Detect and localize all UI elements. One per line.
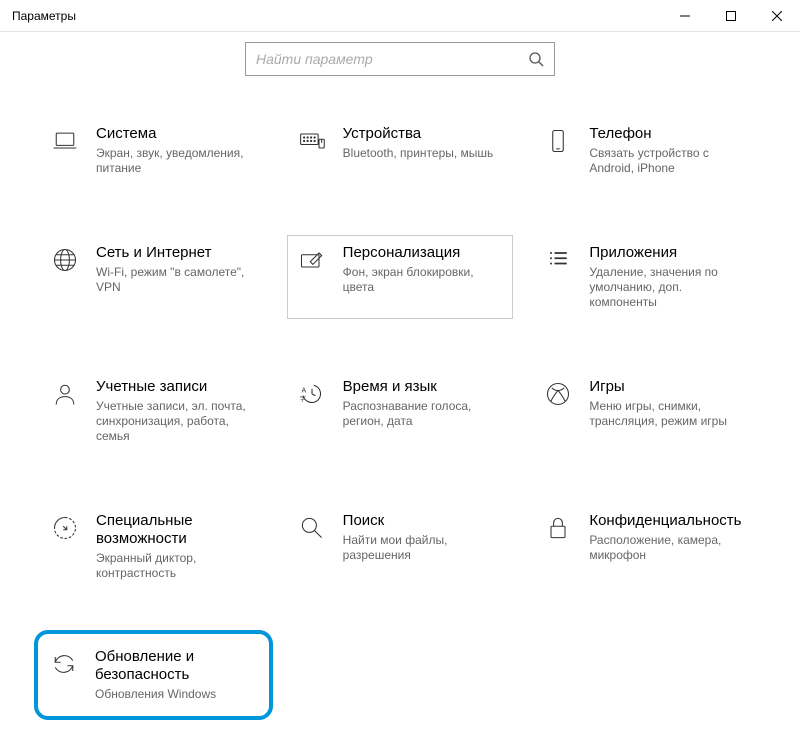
search-box[interactable] [245,42,555,76]
tile-time[interactable]: A字 Время и язык Распознавание голоса, ре… [287,369,514,453]
tile-title: Конфиденциальность [589,512,751,530]
tile-desc: Связать устройство с Android, iPhone [589,146,751,176]
search-icon [528,51,544,67]
laptop-icon [49,127,81,159]
paint-icon [296,246,328,278]
close-button[interactable] [754,0,800,31]
tile-title: Телефон [589,125,751,143]
tile-desc: Учетные записи, эл. почта, синхронизация… [96,399,258,444]
tile-title: Специальные возможности [96,512,258,548]
tile-apps[interactable]: Приложения Удаление, значения по умолчан… [533,235,760,319]
tile-search[interactable]: Поиск Найти мои файлы, разрешения [287,503,514,590]
keyboard-icon [296,127,328,159]
tile-privacy[interactable]: Конфиденциальность Расположение, камера,… [533,503,760,590]
tile-title: Поиск [343,512,505,530]
svg-text:字: 字 [299,395,305,403]
tile-title: Персонализация [343,244,505,262]
tile-ease-of-access[interactable]: Специальные возможности Экранный диктор,… [40,503,267,590]
tile-title: Устройства [343,125,494,143]
tile-title: Учетные записи [96,378,258,396]
phone-icon [542,127,574,159]
tile-title: Время и язык [343,378,505,396]
tile-title: Обновление и безопасность [95,648,259,684]
tile-update[interactable]: Обновление и безопасность Обновления Win… [34,630,273,720]
tile-desc: Экран, звук, уведомления, питание [96,146,258,176]
clock-language-icon: A字 [296,380,328,412]
tile-title: Сеть и Интернет [96,244,258,262]
update-icon [48,650,80,682]
lock-icon [542,514,574,546]
tile-desc: Bluetooth, принтеры, мышь [343,146,494,161]
xbox-icon [542,380,574,412]
globe-icon [49,246,81,278]
tile-gaming[interactable]: Игры Меню игры, снимки, трансляция, режи… [533,369,760,453]
search-container [30,42,770,76]
accessibility-icon [49,514,81,546]
magnifier-icon [296,514,328,546]
tile-desc: Обновления Windows [95,687,259,702]
titlebar: Параметры [0,0,800,32]
window-title: Параметры [0,9,662,23]
tile-phone[interactable]: Телефон Связать устройство с Android, iP… [533,116,760,185]
minimize-button[interactable] [662,0,708,31]
window-controls [662,0,800,31]
svg-text:A: A [301,387,306,394]
tile-desc: Удаление, значения по умолчанию, доп. ко… [589,265,751,310]
tile-desc: Найти мои файлы, разрешения [343,533,505,563]
tile-personalization[interactable]: Персонализация Фон, экран блокировки, цв… [287,235,514,319]
tile-title: Система [96,125,258,143]
search-input[interactable] [256,51,528,67]
maximize-button[interactable] [708,0,754,31]
tile-system[interactable]: Система Экран, звук, уведомления, питани… [40,116,267,185]
tile-accounts[interactable]: Учетные записи Учетные записи, эл. почта… [40,369,267,453]
tile-title: Приложения [589,244,751,262]
tile-desc: Фон, экран блокировки, цвета [343,265,505,295]
tile-desc: Расположение, камера, микрофон [589,533,751,563]
tile-desc: Распознавание голоса, регион, дата [343,399,505,429]
tile-desc: Меню игры, снимки, трансляция, режим игр… [589,399,751,429]
settings-grid: Система Экран, звук, уведомления, питани… [30,116,770,710]
apps-icon [542,246,574,278]
tile-desc: Экранный диктор, контрастность [96,551,258,581]
tile-desc: Wi-Fi, режим "в самолете", VPN [96,265,258,295]
tile-network[interactable]: Сеть и Интернет Wi-Fi, режим "в самолете… [40,235,267,319]
content-area: Система Экран, звук, уведомления, питани… [0,42,800,740]
tile-devices[interactable]: Устройства Bluetooth, принтеры, мышь [287,116,514,185]
tile-title: Игры [589,378,751,396]
person-icon [49,380,81,412]
